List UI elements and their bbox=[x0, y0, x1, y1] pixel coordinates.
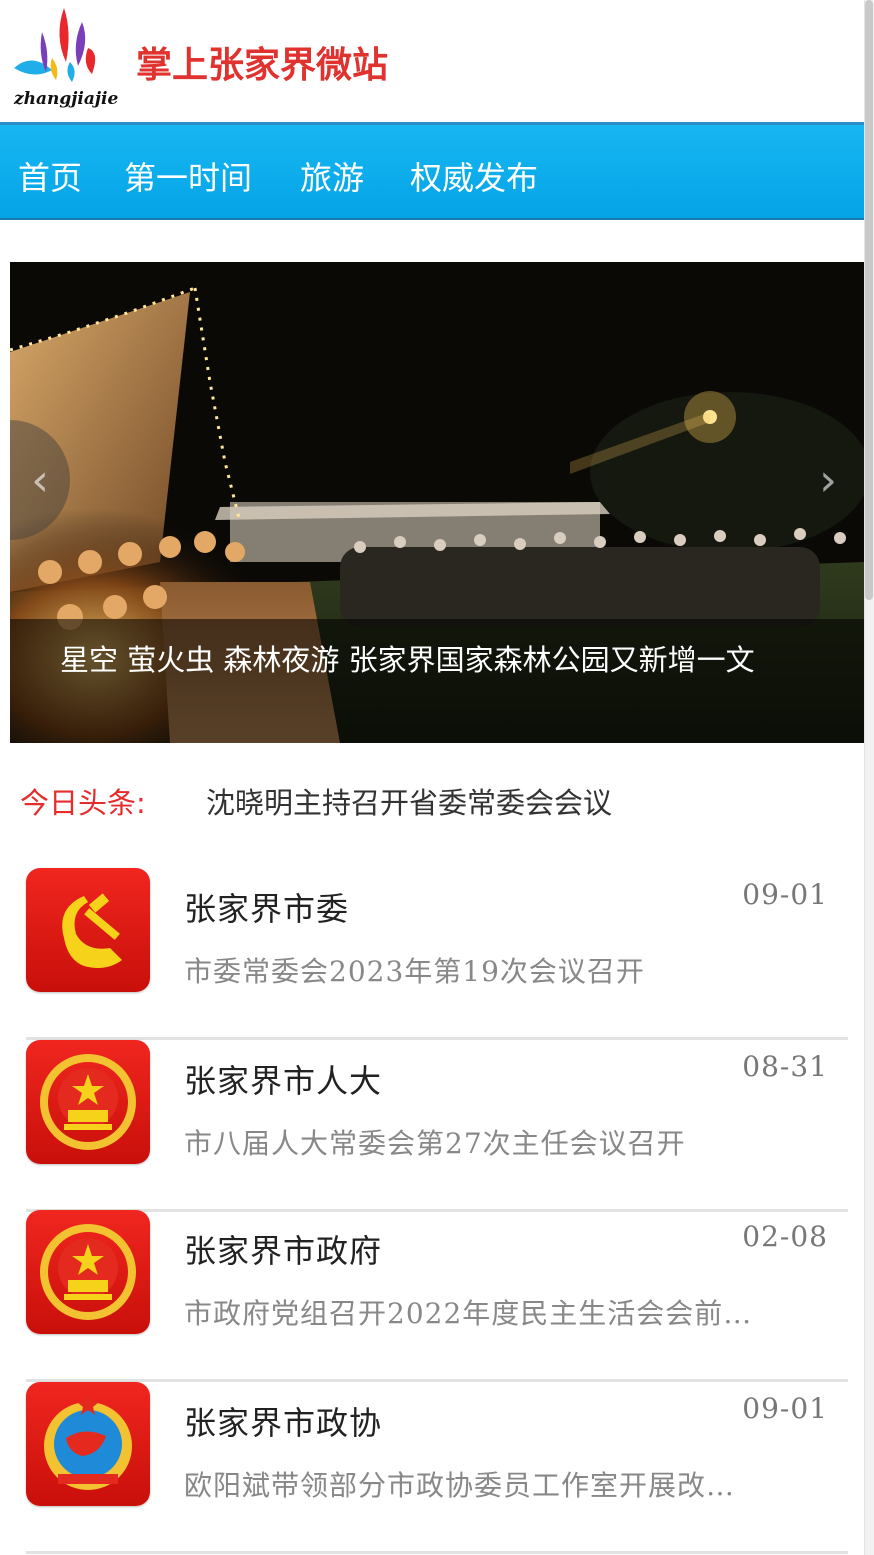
national-emblem-icon bbox=[26, 1040, 150, 1164]
nav-item-official-release[interactable]: 权威发布 bbox=[410, 153, 538, 199]
site-title: 掌上张家界微站 bbox=[136, 45, 389, 86]
item-title: 张家界市政府 bbox=[184, 1232, 383, 1270]
item-summary: 欧阳斌带领部分市政协委员工作室开展改… bbox=[184, 1469, 736, 1502]
carousel-caption-bar bbox=[10, 619, 864, 743]
item-title: 张家界市政协 bbox=[184, 1404, 383, 1442]
nav-item-home[interactable]: 首页 bbox=[18, 153, 82, 199]
nav-item-tourism[interactable]: 旅游 bbox=[300, 153, 364, 199]
list-item[interactable]: 张家界市政府 02-08 市政府党组召开2022年度民主生活会会前… bbox=[26, 1210, 848, 1382]
item-date: 08-31 bbox=[742, 1050, 828, 1083]
site-logo[interactable]: zhangjiajie bbox=[6, 2, 118, 112]
list-item[interactable]: 张家界市人大 08-31 市八届人大常委会第27次主任会议召开 bbox=[26, 1040, 848, 1212]
headline-label: 今日头条: bbox=[20, 786, 146, 820]
main-nav: 首页 第一时间 旅游 权威发布 bbox=[0, 122, 864, 220]
headline-link[interactable]: 沈晓明主持召开省委常委会会议 bbox=[206, 780, 612, 822]
list-item[interactable]: 张家界市政协 09-01 欧阳斌带领部分市政协委员工作室开展改… bbox=[26, 1382, 848, 1554]
carousel-caption[interactable]: 星空 萤火虫 森林夜游 张家界国家森林公园又新增一文 bbox=[60, 640, 820, 680]
cppcc-emblem-icon bbox=[26, 1382, 150, 1506]
chevron-right-icon: › bbox=[819, 454, 837, 506]
item-summary: 市政府党组召开2022年度民主生活会会前… bbox=[184, 1297, 753, 1330]
item-summary: 市八届人大常委会第27次主任会议召开 bbox=[184, 1127, 686, 1160]
list-item[interactable]: 张家界市委 09-01 市委常委会2023年第19次会议召开 bbox=[26, 868, 848, 1040]
item-date: 09-01 bbox=[742, 878, 828, 911]
item-date: 02-08 bbox=[742, 1220, 828, 1253]
party-emblem-icon bbox=[26, 868, 150, 992]
site-header: zhangjiajie 掌上张家界微站 bbox=[0, 0, 864, 122]
item-date: 09-01 bbox=[742, 1392, 828, 1425]
item-title: 张家界市委 bbox=[184, 890, 350, 928]
page-scrollbar[interactable] bbox=[864, 0, 874, 1555]
item-title: 张家界市人大 bbox=[184, 1062, 383, 1100]
chevron-left-icon: ‹ bbox=[31, 454, 49, 506]
nav-item-first-time[interactable]: 第一时间 bbox=[124, 153, 252, 199]
national-emblem-icon bbox=[26, 1210, 150, 1334]
carousel-next-button[interactable]: › bbox=[798, 420, 858, 540]
svg-text:zhangjiajie: zhangjiajie bbox=[13, 89, 118, 109]
item-summary: 市委常委会2023年第19次会议召开 bbox=[184, 955, 645, 988]
scrollbar-thumb[interactable] bbox=[865, 0, 873, 600]
